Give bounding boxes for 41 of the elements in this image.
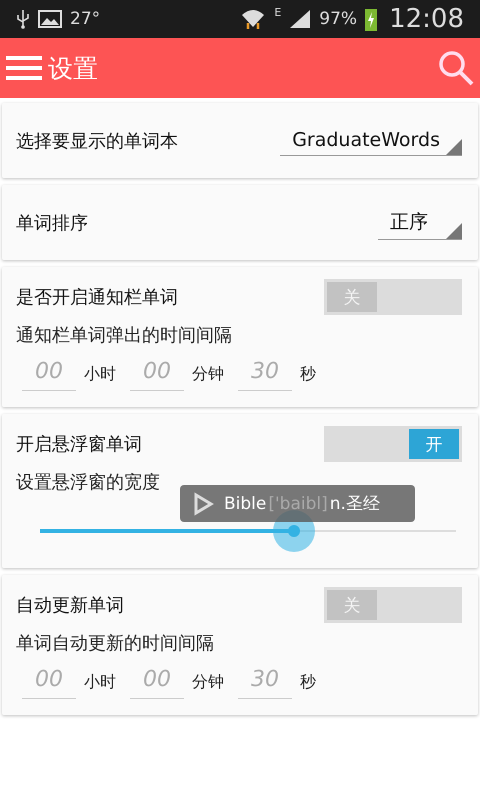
page-title: 设置 [48, 52, 98, 84]
setting-label: 选择要显示的单词本 [16, 130, 178, 152]
time-unit: 分钟 [192, 672, 224, 692]
time-input-field[interactable]: 00 [22, 665, 76, 699]
time-unit: 小时 [84, 364, 116, 384]
clock: 12:08 [389, 4, 464, 34]
time-input-field[interactable]: 00 [130, 665, 184, 699]
image-icon [38, 9, 62, 29]
toggle-switch[interactable]: 开 [324, 426, 462, 462]
signal-icon [289, 9, 312, 29]
setting-description: 设置悬浮窗的宽度 [16, 471, 161, 494]
switch-thumb: 开 [409, 429, 459, 459]
search-icon[interactable] [438, 50, 474, 86]
setting-label: 自动更新单词 [16, 594, 124, 617]
dropdown-triangle-icon [446, 139, 462, 155]
battery-percent: 97% [319, 9, 358, 29]
wifi-icon [240, 7, 266, 31]
word-meaning: n.圣经 [330, 493, 380, 515]
network-type: E [274, 6, 282, 19]
time-input-field[interactable]: 00 [22, 357, 76, 391]
word: Bible [224, 494, 266, 514]
setting-description: 通知栏单词弹出的时间间隔 [16, 324, 233, 347]
setting-label: 开启悬浮窗单词 [16, 433, 142, 456]
play-icon[interactable] [192, 492, 214, 516]
time-input-field[interactable]: 30 [238, 665, 292, 699]
setting-label: 是否开启通知栏单词 [16, 286, 178, 309]
battery-icon [365, 7, 378, 31]
setting-label: 单词排序 [16, 212, 88, 234]
time-input-field[interactable]: 30 [238, 357, 292, 391]
menu-icon[interactable] [6, 55, 42, 81]
temperature: 27° [70, 9, 100, 29]
time-input-field[interactable]: 00 [130, 357, 184, 391]
time-unit: 小时 [84, 672, 116, 692]
usb-icon [16, 9, 30, 29]
setting-description: 单词自动更新的时间间隔 [16, 632, 215, 655]
dropdown-triangle-icon [446, 223, 462, 239]
time-unit: 秒 [300, 364, 316, 384]
dropdown[interactable]: GraduateWords [280, 125, 462, 156]
dropdown[interactable]: 正序 [378, 205, 462, 240]
time-unit: 秒 [300, 672, 316, 692]
time-unit: 分钟 [192, 364, 224, 384]
